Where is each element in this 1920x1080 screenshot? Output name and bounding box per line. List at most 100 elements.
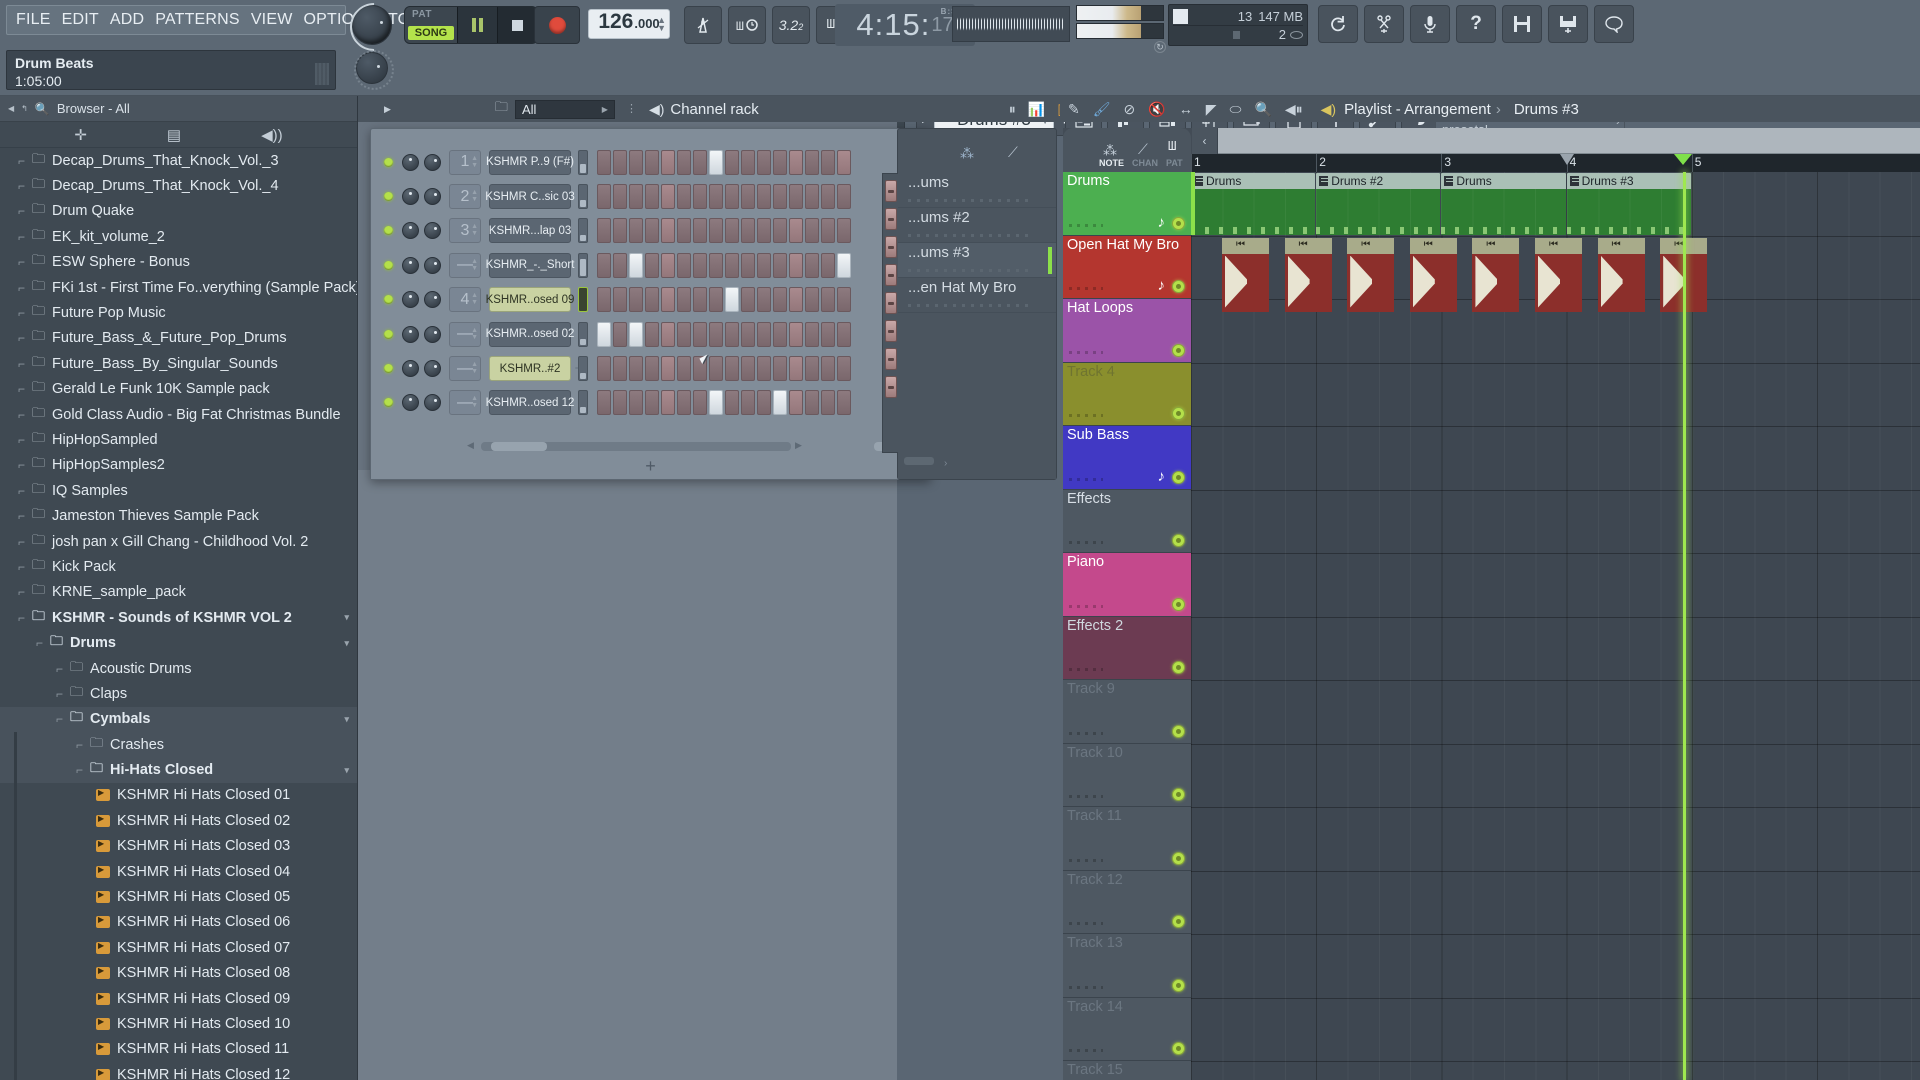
- playlist-track-header[interactable]: Effects 2: [1063, 616, 1191, 680]
- step-button[interactable]: [661, 390, 675, 416]
- master-volume-knob[interactable]: [352, 5, 392, 45]
- step-button[interactable]: [597, 252, 611, 278]
- step-button[interactable]: [693, 184, 707, 210]
- channel-name-button[interactable]: KSHMR...lap 03: [489, 218, 571, 244]
- step-button[interactable]: [757, 390, 771, 416]
- step-button[interactable]: [613, 149, 627, 175]
- step-button[interactable]: [597, 218, 611, 244]
- pattern-list-item[interactable]: ...en Hat My Bro: [898, 278, 1056, 313]
- step-button[interactable]: [645, 218, 659, 244]
- paint-tool-icon[interactable]: 🖌: [1093, 101, 1111, 118]
- track-enable-led[interactable]: [1172, 851, 1185, 865]
- step-button[interactable]: [661, 149, 675, 175]
- channel-row[interactable]: 1 ▲ ▼ KSHMR P..9 (F#): [379, 145, 851, 179]
- tempo-spinner-icon[interactable]: ▲ ▼: [657, 16, 666, 33]
- step-button[interactable]: [677, 184, 691, 210]
- play-pause-button[interactable]: [457, 7, 497, 43]
- step-button[interactable]: [661, 356, 675, 382]
- channel-enable-led[interactable]: [384, 192, 393, 202]
- step-button[interactable]: [789, 356, 803, 382]
- count-in-button[interactable]: 3.22: [772, 6, 810, 44]
- step-button[interactable]: [693, 356, 707, 382]
- menu-add[interactable]: ADD: [110, 11, 144, 29]
- playlist-overview-bar[interactable]: [1218, 128, 1920, 154]
- slice-tool-icon[interactable]: ◤: [1206, 101, 1217, 118]
- step-button[interactable]: [757, 184, 771, 210]
- playlist-grid[interactable]: Drums Drums #2 Drums Drums #3: [1191, 172, 1920, 1080]
- browser-sample-item[interactable]: KSHMR Hi Hats Closed 05: [0, 884, 357, 911]
- step-button[interactable]: [741, 184, 755, 210]
- browser-up-icon[interactable]: ↰: [21, 104, 28, 113]
- channel-pan-knob[interactable]: [402, 325, 419, 343]
- step-button[interactable]: [629, 287, 643, 313]
- step-button[interactable]: [741, 252, 755, 278]
- step-button[interactable]: [725, 149, 739, 175]
- step-button[interactable]: [645, 356, 659, 382]
- channel-enable-led[interactable]: [384, 260, 393, 270]
- track-enable-led[interactable]: [1172, 978, 1185, 992]
- step-button[interactable]: [645, 184, 659, 210]
- chevron-down-icon[interactable]: ▾: [344, 765, 349, 776]
- playlist-track-header[interactable]: Track 4: [1063, 362, 1191, 426]
- browser-folder-item[interactable]: ⌐ 🗀 Hi-Hats Closed ▾: [0, 757, 357, 784]
- audio-clip[interactable]: [1284, 237, 1332, 312]
- playlist-track-header[interactable]: Sub Bass ♪: [1063, 426, 1191, 490]
- channel-pan-knob[interactable]: [402, 394, 419, 412]
- track-enable-led[interactable]: [1172, 216, 1185, 230]
- browser-add-icon[interactable]: ✛: [74, 126, 87, 144]
- delete-tool-icon[interactable]: ⊘: [1124, 101, 1136, 118]
- pattern-picker-list[interactable]: ...ums ...ums #2 ...ums #3 ...en Hat My Bro: [898, 173, 1056, 313]
- channel-pan-knob[interactable]: [402, 360, 419, 378]
- step-button[interactable]: [757, 149, 771, 175]
- step-button[interactable]: [725, 252, 739, 278]
- pattern-mute-button[interactable]: [884, 320, 897, 342]
- step-button[interactable]: [773, 356, 787, 382]
- step-button[interactable]: [613, 184, 627, 210]
- step-button[interactable]: [629, 321, 643, 347]
- browser-sample-item[interactable]: KSHMR Hi Hats Closed 11: [0, 1036, 357, 1063]
- step-button[interactable]: [709, 321, 723, 347]
- step-button[interactable]: [757, 356, 771, 382]
- step-button[interactable]: [773, 390, 787, 416]
- channel-enable-led[interactable]: [384, 329, 393, 339]
- step-button[interactable]: [613, 321, 627, 347]
- step-button[interactable]: [629, 356, 643, 382]
- step-button[interactable]: [709, 390, 723, 416]
- channel-row[interactable]: —▲▼ KSHMR..#2✛: [379, 351, 851, 385]
- step-button[interactable]: [805, 184, 819, 210]
- chat-icon[interactable]: [1594, 5, 1634, 43]
- step-button[interactable]: [821, 321, 835, 347]
- step-button[interactable]: [789, 218, 803, 244]
- playlist-loop-marker[interactable]: [1559, 154, 1574, 165]
- channel-pan-knob[interactable]: [402, 222, 419, 240]
- add-channel-button[interactable]: +: [645, 456, 656, 477]
- metronome-button[interactable]: [684, 6, 722, 44]
- save-as-icon[interactable]: [1548, 5, 1588, 43]
- channel-number[interactable]: 3 ▲ ▼: [449, 218, 481, 244]
- step-button[interactable]: [677, 149, 691, 175]
- step-button[interactable]: [645, 252, 659, 278]
- browser-tree[interactable]: ⌐ 🗀 Decap_Drums_That_Knock_Vol._3 ⌐ 🗀 Decap_D…: [0, 148, 357, 1080]
- channel-enable-led[interactable]: [384, 364, 393, 374]
- step-button[interactable]: [661, 218, 675, 244]
- track-enable-led[interactable]: [1172, 788, 1185, 801]
- menu-edit[interactable]: EDIT: [62, 11, 99, 29]
- step-button[interactable]: [597, 390, 611, 416]
- channel-row[interactable]: — ▲ ▼ KSHMR..osed 12: [379, 386, 851, 420]
- step-button[interactable]: [725, 356, 739, 382]
- step-button[interactable]: [597, 184, 611, 210]
- help-icon[interactable]: ?: [1456, 5, 1496, 43]
- step-sequencer[interactable]: [597, 149, 851, 175]
- step-button[interactable]: [757, 252, 771, 278]
- channel-number[interactable]: — ▲ ▼: [449, 252, 481, 278]
- chevron-down-icon[interactable]: ▾: [344, 612, 349, 623]
- step-button[interactable]: [757, 287, 771, 313]
- step-button[interactable]: [629, 184, 643, 210]
- browser-folder-item[interactable]: ⌐ 🗀 Jameston Thieves Sample Pack: [0, 503, 357, 528]
- playlist-track-header[interactable]: Track 14: [1063, 997, 1191, 1061]
- step-sequencer[interactable]: [597, 252, 851, 278]
- step-button[interactable]: [821, 252, 835, 278]
- browser-folder-item[interactable]: ⌐ 🗀 Gold Class Audio - Big Fat Christmas B…: [0, 402, 357, 427]
- step-button[interactable]: [773, 321, 787, 347]
- channel-number[interactable]: — ▲ ▼: [449, 390, 481, 416]
